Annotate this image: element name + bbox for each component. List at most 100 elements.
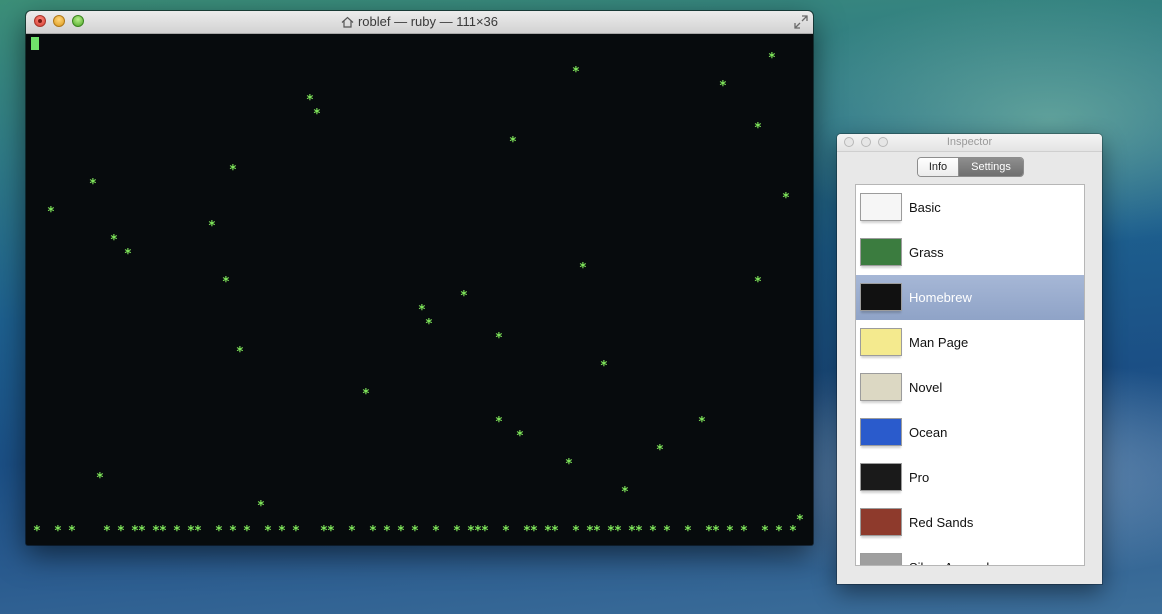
snowflake: * [579, 261, 587, 276]
window-title-text: roblef — ruby — 111×36 [357, 14, 499, 29]
snowflake: * [222, 275, 230, 290]
profile-swatch [860, 553, 902, 565]
ground-snowflake: * [327, 524, 335, 539]
profile-name: Silver Aerogel [909, 560, 989, 565]
tab-info[interactable]: Info [918, 158, 959, 176]
profile-name: Novel [909, 380, 943, 395]
profile-row[interactable]: Homebrew [856, 275, 1084, 320]
inspector-title: Inspector [946, 136, 993, 148]
ground-snowflake: * [775, 524, 783, 539]
ground-snowflake: * [635, 524, 643, 539]
ground-snowflake: * [530, 524, 538, 539]
snowflake: * [208, 219, 216, 234]
fullscreen-icon[interactable] [794, 15, 808, 34]
snowflake: * [565, 457, 573, 472]
snowflake: * [796, 513, 804, 528]
profile-row[interactable]: Grass [856, 230, 1084, 275]
profile-row[interactable]: Silver Aerogel [856, 545, 1084, 565]
snowflake: * [418, 303, 426, 318]
profile-row[interactable]: Red Sands [856, 500, 1084, 545]
profile-row[interactable]: Basic [856, 185, 1084, 230]
ground-snowflake: * [551, 524, 559, 539]
ground-snowflake: * [103, 524, 111, 539]
ground-snowflake: * [33, 524, 41, 539]
ground-snowflake: * [348, 524, 356, 539]
snowflake: * [362, 387, 370, 402]
snowflake: * [754, 121, 762, 136]
ground-snowflake: * [411, 524, 419, 539]
window-titlebar[interactable]: roblef — ruby — 111×36 [26, 11, 813, 34]
ground-snowflake: * [194, 524, 202, 539]
snowflake: * [425, 317, 433, 332]
ground-snowflake: * [593, 524, 601, 539]
ground-snowflake: * [243, 524, 251, 539]
profile-name: Man Page [909, 335, 969, 350]
terminal-content[interactable]: * * * * * * * * * * * * * * * * * * * * * * * * * * * * * * * * * * * * * * * *… [26, 34, 813, 545]
snowflake: * [768, 51, 776, 66]
ground-snowflake: * [278, 524, 286, 539]
ground-snowflake: * [614, 524, 622, 539]
profile-name: Pro [909, 470, 930, 485]
window-title: roblef — ruby — 111×36 [26, 14, 813, 31]
snowflake: * [600, 359, 608, 374]
snowflake: * [236, 345, 244, 360]
profile-swatch [860, 328, 902, 356]
ground-snowflake: * [453, 524, 461, 539]
snowflake: * [572, 65, 580, 80]
snowflake: * [306, 93, 314, 108]
profile-name: Red Sands [909, 515, 974, 530]
profile-swatch [860, 418, 902, 446]
snowflake: * [782, 191, 790, 206]
ground-snowflake: * [215, 524, 223, 539]
profile-swatch [860, 463, 902, 491]
ground-snowflake: * [726, 524, 734, 539]
profile-row[interactable]: Pro [856, 455, 1084, 500]
home-icon [341, 16, 354, 31]
profile-row[interactable]: Man Page [856, 320, 1084, 365]
snowflake: * [89, 177, 97, 192]
ground-snowflake: * [502, 524, 510, 539]
snowflake: * [621, 485, 629, 500]
profile-swatch [860, 283, 902, 311]
ground-snowflake: * [712, 524, 720, 539]
terminal-window[interactable]: roblef — ruby — 111×36 * * * * * * * * * * * * * * * * *… [26, 11, 813, 545]
snowflake: * [124, 247, 132, 262]
inspector-tab-control[interactable]: Info Settings [917, 157, 1024, 177]
snowflake: * [509, 135, 517, 150]
profile-swatch [860, 238, 902, 266]
ground-snowflake: * [159, 524, 167, 539]
ground-snowflake: * [229, 524, 237, 539]
ground-snowflake: * [264, 524, 272, 539]
snowflake: * [698, 415, 706, 430]
tab-settings[interactable]: Settings [959, 158, 1023, 176]
inspector-window[interactable]: Inspector Info Settings Basic Grass Homebr… [837, 134, 1102, 584]
snowflake: * [460, 289, 468, 304]
profile-list[interactable]: Basic Grass Homebrew Man Page Novel Ocean Pro R… [855, 184, 1085, 566]
snowflake: * [656, 443, 664, 458]
ground-snowflake: * [684, 524, 692, 539]
profile-row[interactable]: Ocean [856, 410, 1084, 455]
profile-swatch [860, 508, 902, 536]
snowflake: * [47, 205, 55, 220]
ground-snowflake: * [481, 524, 489, 539]
snowflake: * [313, 107, 321, 122]
profile-row[interactable]: Novel [856, 365, 1084, 410]
ground-snowflake: * [663, 524, 671, 539]
ground-snowflake: * [432, 524, 440, 539]
ground-snowflake: * [68, 524, 76, 539]
profile-name: Ocean [909, 425, 948, 440]
snowflake: * [754, 275, 762, 290]
ground-snowflake: * [649, 524, 657, 539]
ground-snowflake: * [740, 524, 748, 539]
snowflake: * [96, 471, 104, 486]
ground-snowflake: * [138, 524, 146, 539]
ground-snowflake: * [54, 524, 62, 539]
profile-swatch [860, 373, 902, 401]
snowflake: * [516, 429, 524, 444]
ground-snowflake: * [789, 524, 797, 539]
inspector-titlebar[interactable]: Inspector [837, 134, 1102, 152]
ground-snowflake: * [369, 524, 377, 539]
snowflake: * [719, 79, 727, 94]
ground-snowflake: * [761, 524, 769, 539]
text-cursor [31, 37, 39, 50]
